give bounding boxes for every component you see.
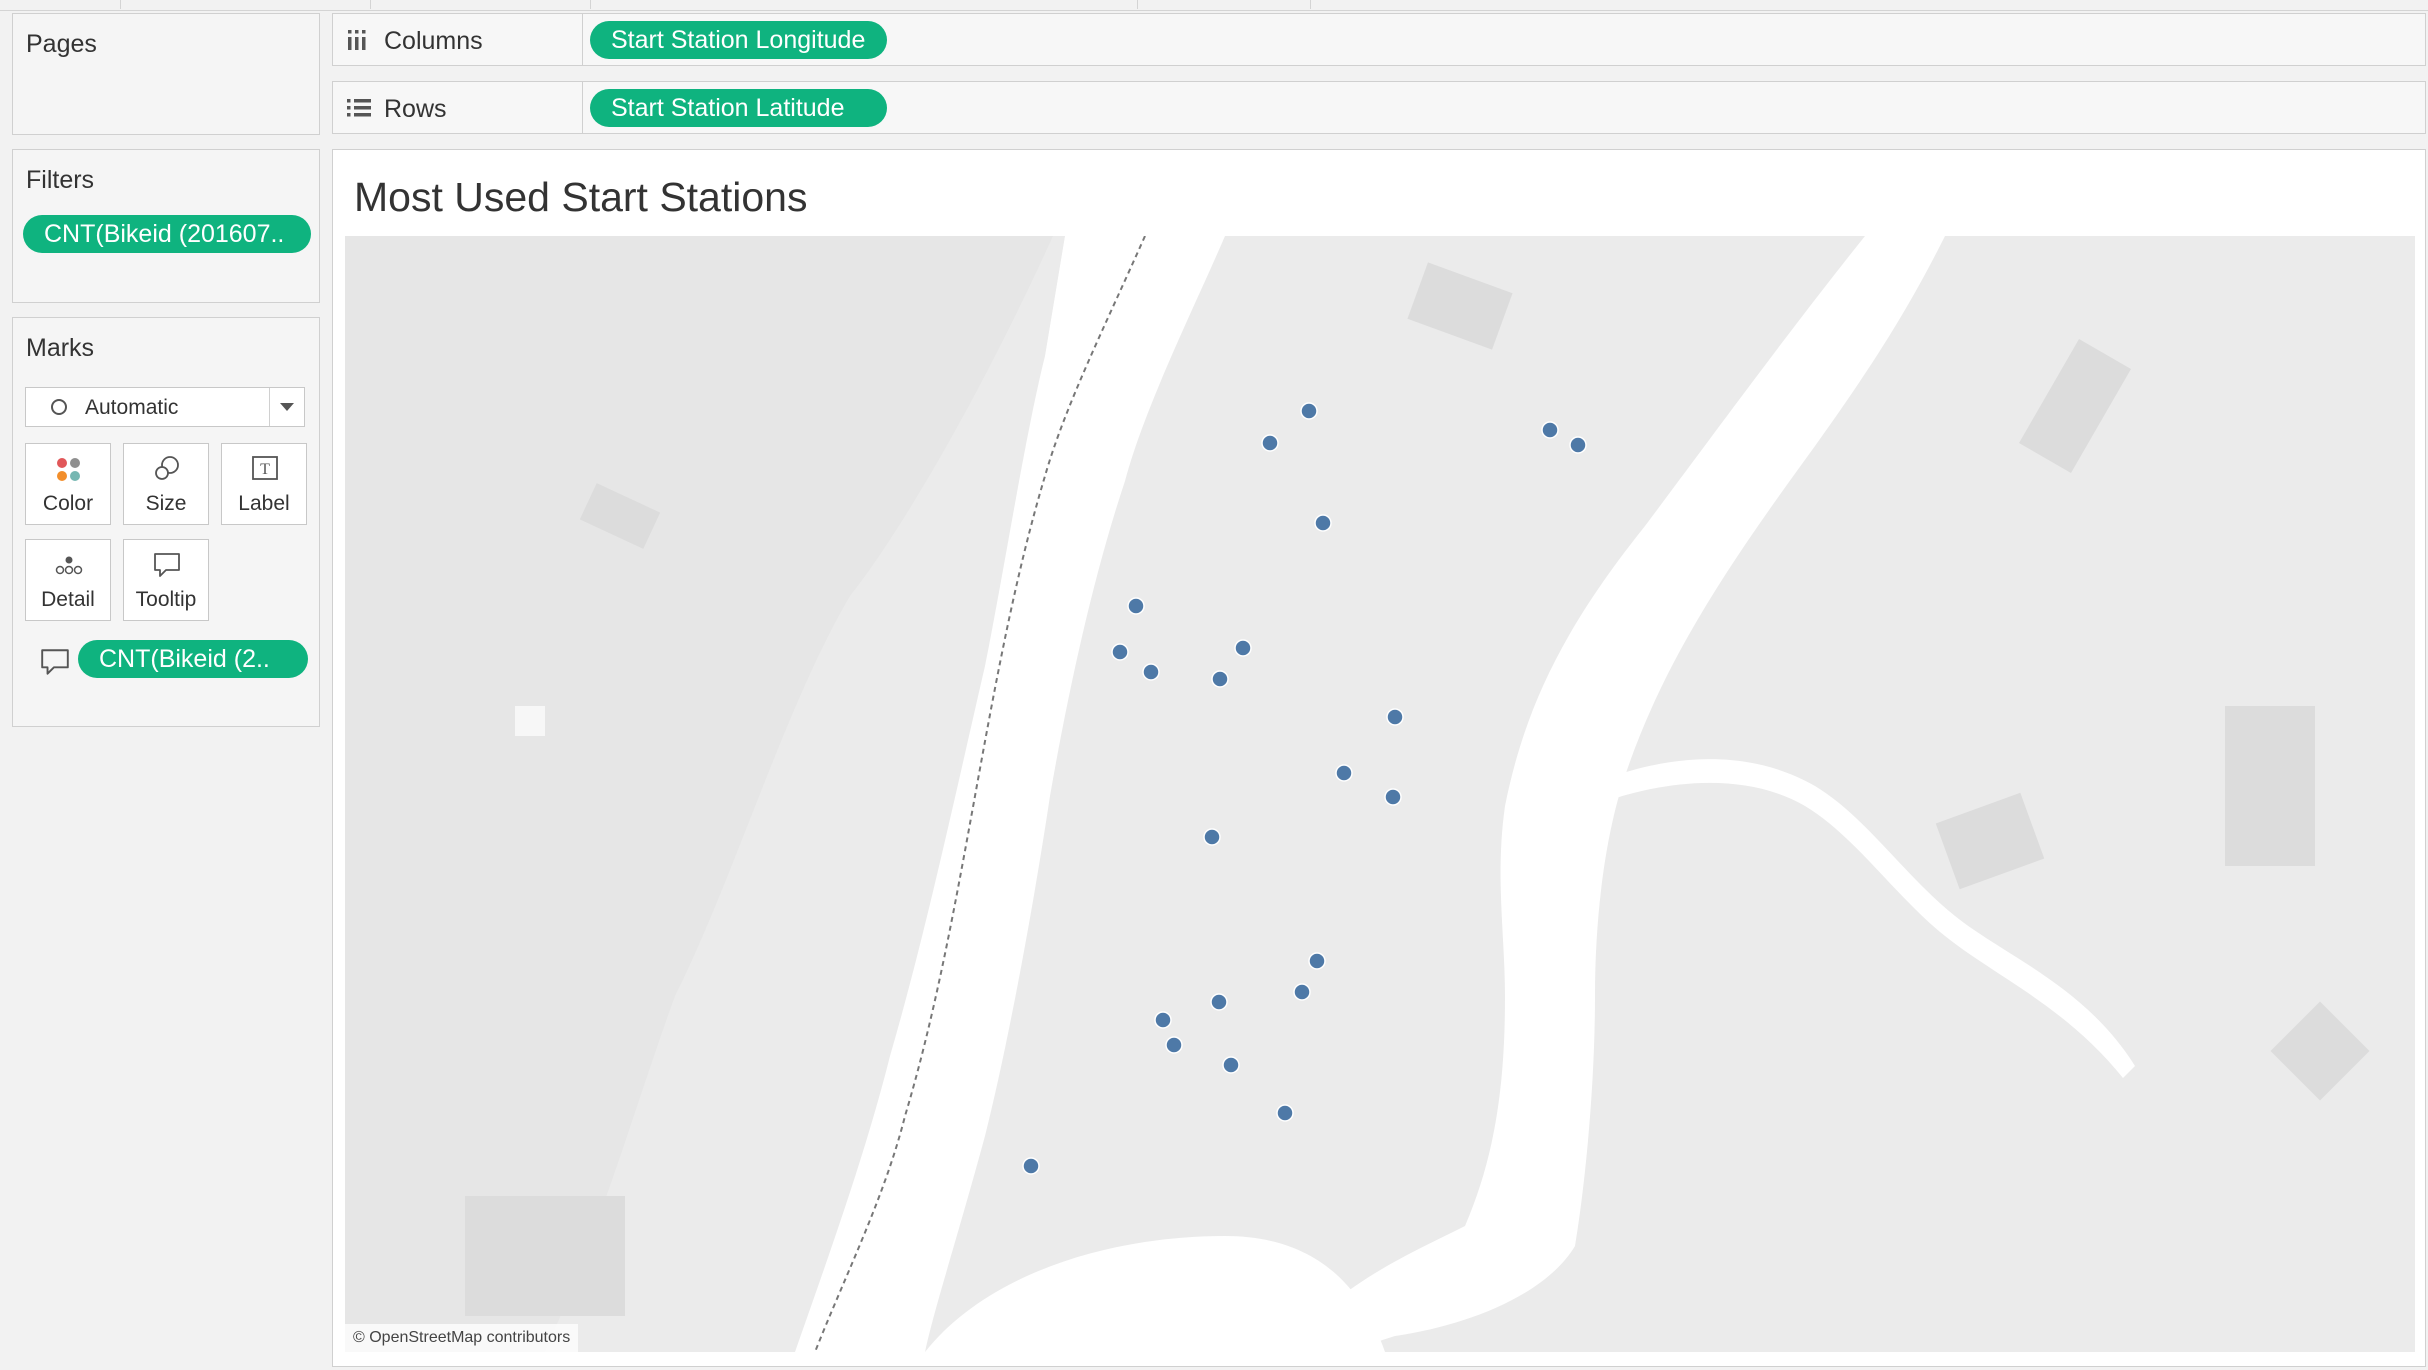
tooltip-label: Tooltip [135,588,197,611]
detail-icon [55,556,83,575]
mark-type-dropdown[interactable]: Automatic [25,387,305,427]
svg-text:T: T [260,461,270,478]
map-attribution: © OpenStreetMap contributors [345,1324,579,1352]
station-mark-18[interactable] [1154,1011,1172,1029]
pages-card[interactable]: Pages [12,13,320,135]
station-mark-7[interactable] [1111,643,1129,661]
viz-pane: Most Used Start Stations © OpenStreetMap… [332,149,2426,1367]
station-mark-22[interactable] [1022,1157,1040,1175]
filters-card[interactable]: Filters CNT(Bikeid (201607.. [12,149,320,303]
rows-pill[interactable]: Start Station Latitude [590,89,887,127]
tooltip-field-icon [41,649,69,675]
station-mark-2[interactable] [1261,434,1279,452]
tooltip-button[interactable]: Tooltip [123,539,209,621]
rows-icon [347,99,371,117]
marks-title: Marks [26,334,95,362]
station-mark-12[interactable] [1335,764,1353,782]
station-mark-8[interactable] [1142,663,1160,681]
station-mark-4[interactable] [1541,421,1559,439]
size-label: Size [145,492,187,515]
columns-shelf[interactable]: Columns Start Station Longitude [332,13,2426,66]
chevron-down-icon [280,403,294,411]
station-mark-14[interactable] [1203,828,1221,846]
columns-icon [348,30,366,50]
station-mark-16[interactable] [1293,983,1311,1001]
label-icon: T [252,456,278,480]
station-mark-17[interactable] [1210,993,1228,1011]
marks-card: Marks Automatic Color Size T Label Detai… [12,317,320,727]
filter-pill[interactable]: CNT(Bikeid (201607.. [23,215,311,253]
station-mark-3[interactable] [1314,514,1332,532]
station-mark-11[interactable] [1386,708,1404,726]
columns-label-cell: Columns [333,14,583,65]
station-mark-9[interactable] [1234,639,1252,657]
color-icon [57,458,80,481]
tooltip-field-pill[interactable]: CNT(Bikeid (2.. [78,640,308,678]
dropdown-toggle[interactable] [269,388,304,426]
station-mark-21[interactable] [1276,1104,1294,1122]
tooltip-icon [154,553,180,577]
color-button[interactable]: Color [25,443,111,525]
detail-label: Detail [41,588,95,611]
columns-label: Columns [384,27,483,55]
rows-label: Rows [384,95,447,123]
viz-title: Most Used Start Stations [354,174,808,220]
station-mark-5[interactable] [1569,436,1587,454]
station-marks-layer [1022,402,1587,1175]
rows-label-cell: Rows [333,82,583,133]
label-label: Label [238,492,290,515]
circle-icon [51,399,67,415]
size-icon [155,456,179,480]
station-mark-19[interactable] [1165,1036,1183,1054]
detail-button[interactable]: Detail [25,539,111,621]
filters-title: Filters [26,166,95,194]
color-label: Color [42,492,94,515]
rows-shelf[interactable]: Rows Start Station Latitude [332,81,2426,134]
station-mark-10[interactable] [1211,670,1229,688]
station-mark-20[interactable] [1222,1056,1240,1074]
station-mark-1[interactable] [1300,402,1318,420]
map-canvas[interactable]: © OpenStreetMap contributors [345,236,2415,1352]
toolbar-strip [0,0,2428,11]
station-mark-15[interactable] [1308,952,1326,970]
station-mark-6[interactable] [1127,597,1145,615]
size-button[interactable]: Size [123,443,209,525]
label-button[interactable]: T Label [221,443,307,525]
mark-type-value: Automatic [85,396,179,419]
station-mark-13[interactable] [1384,788,1402,806]
pages-title: Pages [26,30,97,58]
columns-pill[interactable]: Start Station Longitude [590,21,887,59]
